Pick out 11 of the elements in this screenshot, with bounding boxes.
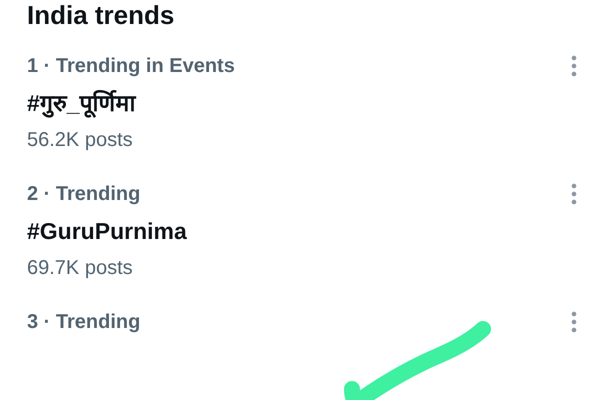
more-options-icon[interactable] <box>570 183 578 205</box>
section-heading: India trends <box>26 0 176 30</box>
trend-context: 1 · Trending in Events <box>27 54 236 79</box>
more-options-icon[interactable] <box>570 55 578 77</box>
post-count: 56.2K posts <box>27 128 134 153</box>
trend-context: 2 · Trending <box>27 182 142 207</box>
more-options-icon[interactable] <box>570 311 578 333</box>
post-count: 69.7K posts <box>27 256 134 281</box>
trend-title[interactable]: #GuruPurnima <box>27 216 570 246</box>
trend-context: 3 · Trending <box>27 310 142 335</box>
trend-title[interactable]: #गुरु_पूर्णिमा <box>27 88 570 118</box>
